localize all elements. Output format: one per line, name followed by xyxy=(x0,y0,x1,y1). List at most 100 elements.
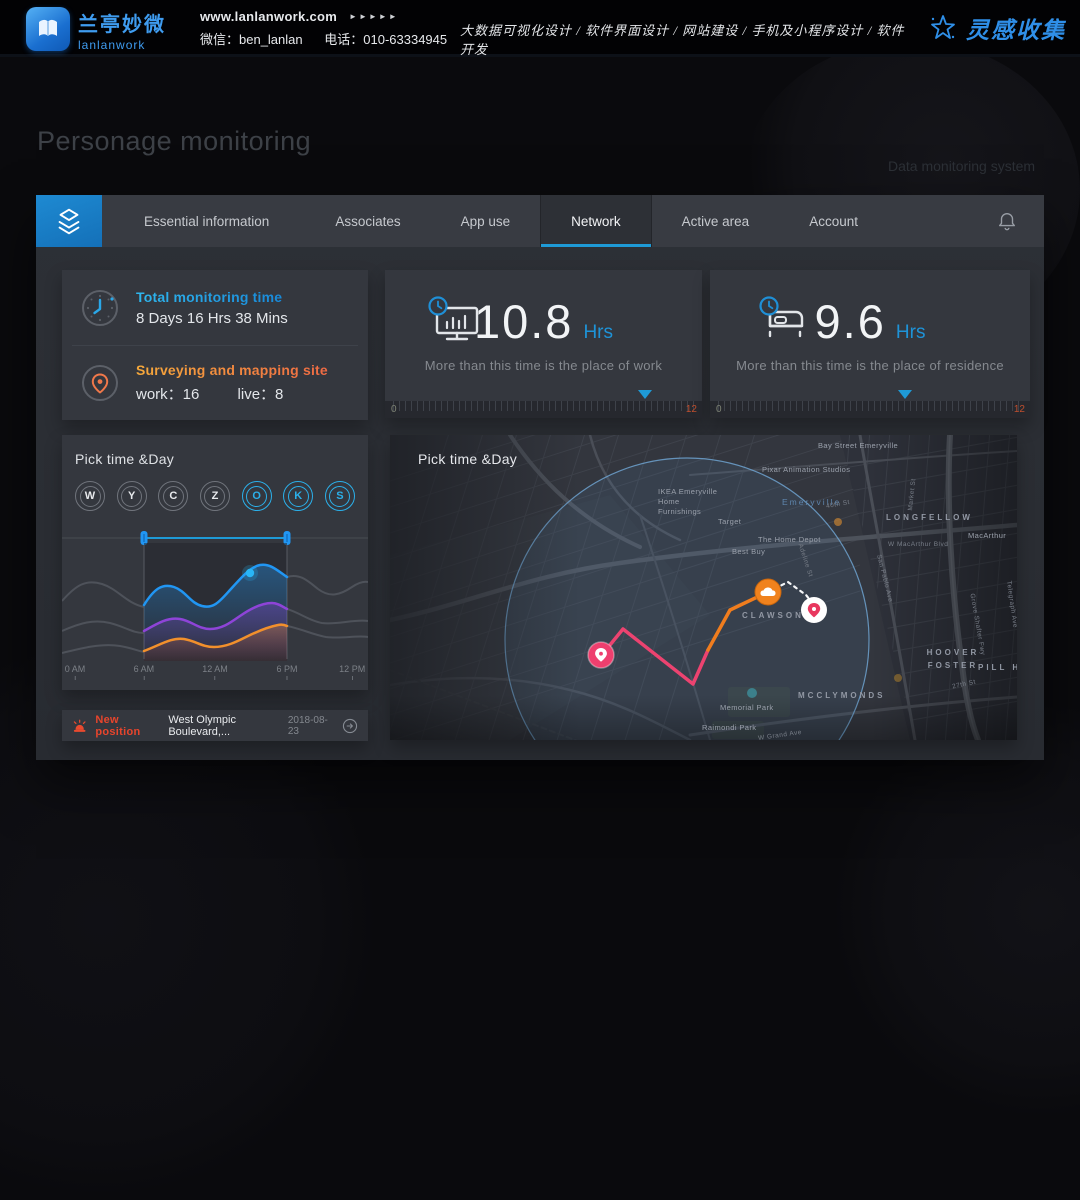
poi-label: MacArthur xyxy=(968,531,1006,540)
district-label: MCCLYMONDS xyxy=(798,691,885,700)
map-card-title: Pick time &Day xyxy=(418,451,517,467)
time-axis: 0 AM 6 AM 12 AM 6 PM 12 PM xyxy=(75,664,355,682)
residence-hours-caption: More than this time is the place of resi… xyxy=(710,358,1030,373)
tab-account[interactable]: Account xyxy=(779,195,888,247)
axis-tick: 6 AM xyxy=(134,664,155,680)
residence-hours-unit: Hrs xyxy=(896,322,926,343)
poi-label: Pixar Animation Studios xyxy=(762,465,850,474)
layers-icon xyxy=(52,204,86,238)
website-url[interactable]: www.lanlanwork.com xyxy=(200,9,337,24)
day-button-s[interactable]: S xyxy=(325,481,355,511)
day-button-z[interactable]: Z xyxy=(200,481,230,511)
tab-associates[interactable]: Associates xyxy=(305,195,430,247)
collect-label: 灵感收集 xyxy=(966,11,1066,45)
axis-tick: 12 PM xyxy=(339,664,365,680)
live-label: live： xyxy=(238,386,276,403)
siren-icon xyxy=(72,718,87,734)
work-label: work： xyxy=(136,386,183,403)
tab-network[interactable]: Network xyxy=(540,195,652,247)
work-live-values: work：16 live：8 xyxy=(136,383,328,404)
day-button-c[interactable]: C xyxy=(158,481,188,511)
vehicle-marker[interactable] xyxy=(755,579,781,605)
axis-tick: 0 AM xyxy=(65,664,86,680)
day-button-o[interactable]: O xyxy=(242,481,272,511)
brand-name-en: lanlanwork xyxy=(78,38,166,52)
clock-icon xyxy=(80,288,120,328)
district-label: PILL HILL xyxy=(978,663,1017,672)
work-hours-value: 10.8 xyxy=(474,295,573,348)
services-tagline: 大数据可视化设计 / 软件界面设计 / 网站建设 / 手机及小程序设计 / 软件… xyxy=(460,20,910,58)
map-canvas xyxy=(390,435,1017,740)
residence-hours-value-row: 9.6 Hrs xyxy=(710,294,1030,349)
inspiration-collect[interactable]: 灵感收集 xyxy=(928,11,1066,45)
district-label: LONGFELLOW xyxy=(886,513,973,522)
phone-number: 电话：010-63334945 xyxy=(324,32,447,47)
total-monitoring-title: Total monitoring time xyxy=(136,289,288,305)
panel-home-button[interactable] xyxy=(36,195,102,247)
brand-text: 兰亭妙微 lanlanwork xyxy=(78,8,166,52)
total-monitoring-row: Total monitoring time 8 Days 16 Hrs 38 M… xyxy=(62,270,368,345)
contact-block: www.lanlanwork.com ►►►►► 微信：ben_lanlan 电… xyxy=(200,9,465,48)
day-button-w[interactable]: W xyxy=(75,481,105,511)
district-label: CLAWSON xyxy=(742,611,804,620)
residence-hours-card: 9.6 Hrs More than this time is the place … xyxy=(710,270,1030,418)
book-icon xyxy=(34,15,62,43)
brand-name-cn: 兰亭妙微 xyxy=(78,8,166,37)
poi-label: Best Buy xyxy=(732,547,765,556)
slider-active-range xyxy=(144,537,287,539)
star-icon xyxy=(928,13,958,43)
pick-time-day-card: Pick time &Day W Y C Z O K S xyxy=(62,435,368,690)
data-point-marker[interactable] xyxy=(246,569,254,577)
axis-tick: 6 PM xyxy=(276,664,297,680)
work-hours-unit: Hrs xyxy=(583,322,613,343)
location-pin-icon xyxy=(80,363,120,403)
notifications-button[interactable] xyxy=(996,195,1044,247)
work-hours-card: 10.8Hrs More than this time is the place… xyxy=(385,270,702,418)
bell-icon xyxy=(996,210,1018,232)
background-decoration xyxy=(830,700,1080,1120)
total-monitoring-value: 8 Days 16 Hrs 38 Mins xyxy=(136,310,288,327)
ruler-min: 0 xyxy=(391,404,397,415)
work-hours-ruler[interactable]: 0 12 xyxy=(385,401,702,418)
watermark-subtitle: Data monitoring system xyxy=(888,158,1035,174)
poi-label: The Home Depot xyxy=(758,535,821,544)
main-panel: Essential information Associates App use… xyxy=(36,195,1044,760)
poi-label: Target xyxy=(718,517,741,526)
monitoring-summary-card: Total monitoring time 8 Days 16 Hrs 38 M… xyxy=(62,270,368,420)
new-position-alert-bar[interactable]: New position West Olympic Boulevard,... … xyxy=(62,710,368,741)
destination-pin-marker[interactable] xyxy=(801,597,827,623)
alert-detail-button[interactable] xyxy=(342,718,358,734)
tab-app-use[interactable]: App use xyxy=(431,195,541,247)
axis-tick: 12 AM xyxy=(202,664,228,680)
arrow-circle-icon xyxy=(342,718,358,734)
arrows-decoration: ►►►►► xyxy=(349,12,399,21)
brand-logo[interactable] xyxy=(26,7,70,51)
day-button-k[interactable]: K xyxy=(283,481,313,511)
work-hours-value-row: 10.8 Hrs xyxy=(385,294,702,349)
current-position-pin-marker[interactable] xyxy=(588,642,614,668)
poi-label: Memorial Park xyxy=(720,703,774,712)
poi-label: Bay Street Emeryville xyxy=(818,441,898,450)
alert-label: New position xyxy=(95,714,160,738)
residence-hours-ruler[interactable]: 0 12 xyxy=(710,401,1030,418)
residence-hours-value: 9.6 xyxy=(815,295,886,348)
residence-slider-marker[interactable] xyxy=(898,390,912,399)
work-value: 16 xyxy=(183,386,200,403)
mapping-site-row: Surveying and mapping site work：16 live：… xyxy=(62,345,368,420)
tab-active-area[interactable]: Active area xyxy=(652,195,780,247)
day-button-y[interactable]: Y xyxy=(117,481,147,511)
page-title: Personage monitoring xyxy=(37,126,311,157)
day-selector-row: W Y C Z O K S xyxy=(75,481,355,511)
tab-essential-information[interactable]: Essential information xyxy=(102,195,305,247)
alert-address: West Olympic Boulevard,... xyxy=(168,714,288,738)
activity-map-card[interactable]: Pick time &Day LONGFELLOW CLAWSON MCCLYM… xyxy=(390,435,1017,740)
activity-wave-chart xyxy=(62,543,368,661)
top-header-bar: 兰亭妙微 lanlanwork www.lanlanwork.com ►►►►►… xyxy=(0,0,1080,57)
work-slider-marker[interactable] xyxy=(638,390,652,399)
alert-date: 2018-08-23 xyxy=(288,715,334,737)
street-label: W MacArthur Blvd xyxy=(888,541,948,548)
wechat-id: 微信：ben_lanlan xyxy=(200,32,303,47)
mapping-site-title: Surveying and mapping site xyxy=(136,362,328,378)
ruler-max: 12 xyxy=(1014,404,1025,415)
tab-bar: Essential information Associates App use… xyxy=(36,195,1044,247)
